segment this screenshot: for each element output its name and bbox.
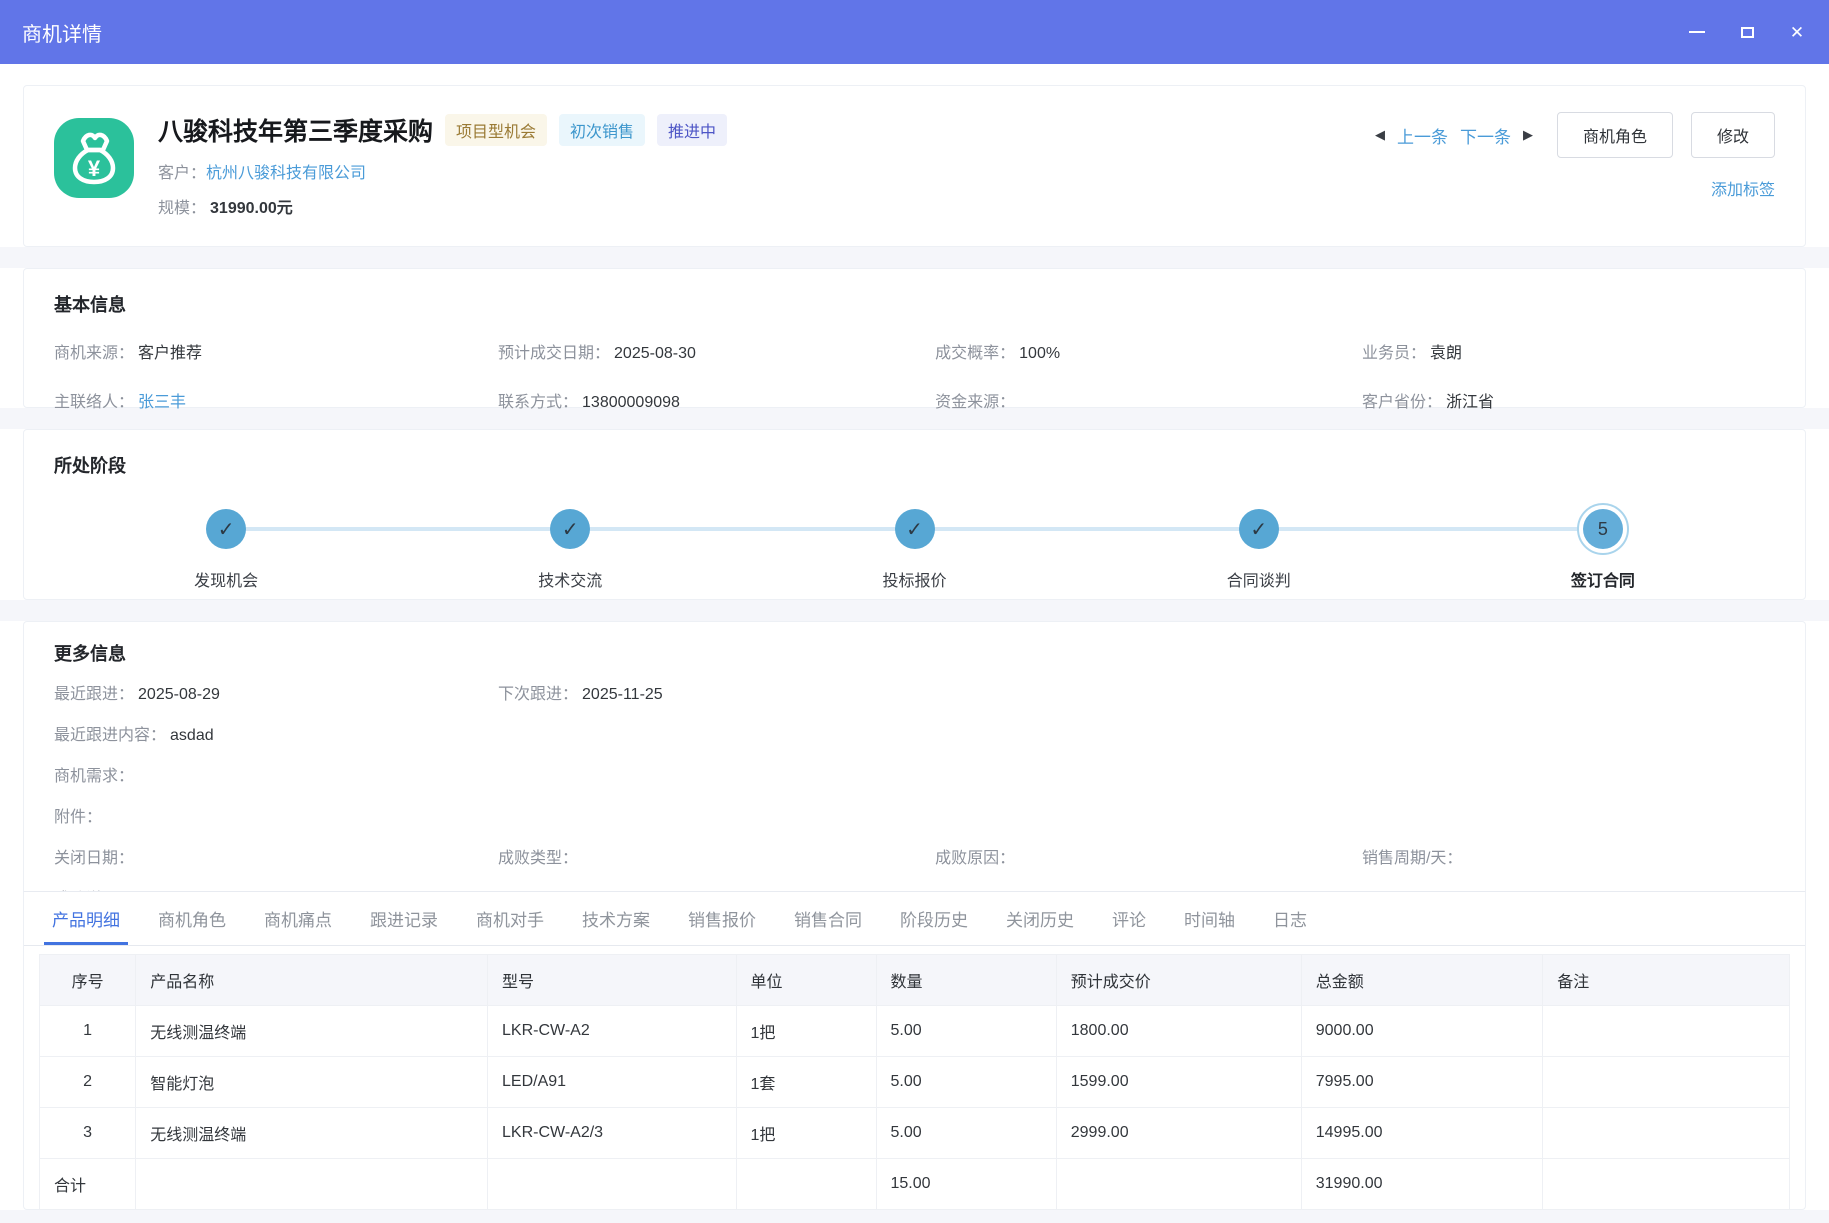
basic-info-heading: 基本信息 — [54, 291, 1775, 317]
main-contact-link[interactable]: 张三丰 — [138, 394, 186, 411]
field-recent-follow: 最近跟进：2025-08-29 — [54, 682, 498, 707]
col-unit: 单位 — [736, 955, 876, 1006]
col-index: 序号 — [40, 955, 136, 1006]
table-total-row: 合计 15.00 31990.00 — [40, 1159, 1790, 1210]
tab-opportunity-role[interactable]: 商机角色 — [150, 892, 234, 945]
spacer — [0, 600, 1829, 621]
col-quantity: 数量 — [876, 955, 1056, 1006]
tag-first-sale: 初次销售 — [559, 114, 645, 146]
product-table: 序号 产品名称 型号 单位 数量 预计成交价 总金额 备注 1 无线测温终端 L… — [39, 954, 1790, 1210]
bottom-spacer — [0, 1210, 1829, 1223]
tab-sales-quote[interactable]: 销售报价 — [680, 892, 764, 945]
opportunity-role-button[interactable]: 商机角色 — [1557, 112, 1673, 158]
scale-label: 规模： — [158, 200, 206, 217]
field-result-reason: 成败原因： — [935, 846, 1362, 871]
table-row[interactable]: 3 无线测温终端 LKR-CW-A2/3 1把 5.00 2999.00 149… — [40, 1108, 1790, 1159]
minimize-icon[interactable] — [1687, 22, 1707, 42]
step-number: 5 — [1583, 509, 1623, 549]
tab-stage-history[interactable]: 阶段历史 — [892, 892, 976, 945]
tag-project-type: 项目型机会 — [445, 114, 547, 146]
tab-competitors[interactable]: 商机对手 — [468, 892, 552, 945]
field-sales-cycle: 销售周期/天： — [1362, 846, 1775, 871]
opportunity-header-card: ¥ 八骏科技年第三季度采购 项目型机会 初次销售 推进中 客户：杭州八骏科技有限… — [23, 85, 1806, 247]
check-icon: ✓ — [206, 509, 246, 549]
detail-tabs: 产品明细 商机角色 商机痛点 跟进记录 商机对手 技术方案 销售报价 销售合同 … — [24, 892, 1805, 946]
more-info-heading: 更多信息 — [54, 640, 1775, 666]
header-actions: ◀ 上一条 下一条 ▶ 商机角色 修改 添加标签 — [1369, 112, 1775, 220]
field-expected-close-date: 预计成交日期：2025-08-30 — [498, 339, 935, 363]
window-title: 商机详情 — [22, 18, 102, 47]
field-source: 商机来源：客户推荐 — [54, 339, 498, 363]
tab-follow-records[interactable]: 跟进记录 — [362, 892, 446, 945]
close-icon[interactable]: ✕ — [1787, 22, 1807, 42]
check-icon: ✓ — [550, 509, 590, 549]
window-controls: ✕ — [1687, 22, 1807, 42]
table-row[interactable]: 2 智能灯泡 LED/A91 1套 5.00 1599.00 7995.00 — [40, 1057, 1790, 1108]
field-result-type: 成败类型： — [498, 846, 935, 871]
check-icon: ✓ — [895, 509, 935, 549]
add-tag-link[interactable]: 添加标签 — [1711, 182, 1775, 199]
tab-comments[interactable]: 评论 — [1104, 892, 1154, 945]
more-info-card: 更多信息 最近跟进：2025-08-29 下次跟进：2025-11-25 最近跟… — [23, 621, 1806, 891]
tab-tech-solution[interactable]: 技术方案 — [574, 892, 658, 945]
window-titlebar: 商机详情 ✕ — [0, 0, 1829, 64]
stage-step-4[interactable]: ✓ 合同谈判 — [1087, 502, 1431, 591]
stage-step-3[interactable]: ✓ 投标报价 — [742, 502, 1086, 591]
tab-logs[interactable]: 日志 — [1265, 892, 1315, 945]
table-row[interactable]: 1 无线测温终端 LKR-CW-A2 1把 5.00 1800.00 9000.… — [40, 1006, 1790, 1057]
field-salesperson: 业务员：袁朗 — [1362, 339, 1775, 363]
table-header-row: 序号 产品名称 型号 单位 数量 预计成交价 总金额 备注 — [40, 955, 1790, 1006]
tab-timeline[interactable]: 时间轴 — [1176, 892, 1243, 945]
stage-card: 所处阶段 ✓ 发现机会 ✓ 技术交流 ✓ 投标报价 ✓ 合同谈判 5 签订合同 — [23, 429, 1806, 600]
next-record-link[interactable]: 下一条 — [1460, 123, 1511, 148]
field-attachment: 附件： — [54, 805, 1775, 830]
customer-label: 客户： — [158, 165, 206, 182]
detail-tabs-card: 产品明细 商机角色 商机痛点 跟进记录 商机对手 技术方案 销售报价 销售合同 … — [23, 891, 1806, 1210]
basic-info-card: 基本信息 商机来源：客户推荐 预计成交日期：2025-08-30 成交概率：10… — [23, 268, 1806, 408]
check-icon: ✓ — [1239, 509, 1279, 549]
stage-step-5[interactable]: 5 签订合同 — [1431, 502, 1775, 591]
maximize-icon[interactable] — [1737, 22, 1757, 42]
stage-step-2[interactable]: ✓ 技术交流 — [398, 502, 742, 591]
field-opportunity-demand: 商机需求： — [54, 764, 1775, 789]
field-close-date: 关闭日期： — [54, 846, 498, 871]
svg-text:¥: ¥ — [88, 156, 101, 181]
page-title: 八骏科技年第三季度采购 — [158, 112, 433, 148]
col-expected-price: 预计成交价 — [1056, 955, 1301, 1006]
stage-stepper: ✓ 发现机会 ✓ 技术交流 ✓ 投标报价 ✓ 合同谈判 5 签订合同 — [54, 502, 1775, 591]
tab-sales-contract[interactable]: 销售合同 — [786, 892, 870, 945]
field-fund-source: 资金来源： — [935, 388, 1362, 412]
minimize-bar — [1689, 31, 1705, 33]
edit-button[interactable]: 修改 — [1691, 112, 1775, 158]
tab-product-detail[interactable]: 产品明细 — [44, 892, 128, 945]
field-contact-phone: 联系方式：13800009098 — [498, 388, 935, 412]
tab-pain-points[interactable]: 商机痛点 — [256, 892, 340, 945]
customer-link[interactable]: 杭州八骏科技有限公司 — [206, 165, 366, 182]
col-note: 备注 — [1543, 955, 1790, 1006]
current-step-ring: 5 — [1577, 503, 1629, 555]
next-arrow-icon[interactable]: ▶ — [1523, 127, 1533, 143]
prev-record-link[interactable]: 上一条 — [1397, 123, 1448, 148]
maximize-box — [1741, 27, 1754, 38]
money-bag-icon: ¥ — [54, 118, 134, 198]
scale-value: 31990.00元 — [210, 200, 293, 217]
stage-step-1[interactable]: ✓ 发现机会 — [54, 502, 398, 591]
field-recent-follow-content: 最近跟进内容：asdad — [54, 723, 1775, 748]
col-product-name: 产品名称 — [136, 955, 488, 1006]
top-spacer — [0, 64, 1829, 85]
tag-in-progress: 推进中 — [657, 114, 727, 146]
col-total-amount: 总金额 — [1301, 955, 1543, 1006]
field-win-probability: 成交概率：100% — [935, 339, 1362, 363]
prev-arrow-icon[interactable]: ◀ — [1375, 127, 1385, 143]
tab-close-history[interactable]: 关闭历史 — [998, 892, 1082, 945]
col-model: 型号 — [488, 955, 737, 1006]
spacer — [0, 247, 1829, 268]
stage-heading: 所处阶段 — [54, 452, 1775, 478]
field-next-follow: 下次跟进：2025-11-25 — [498, 682, 935, 707]
opportunity-summary: 八骏科技年第三季度采购 项目型机会 初次销售 推进中 客户：杭州八骏科技有限公司… — [158, 112, 727, 220]
field-customer-province: 客户省份：浙江省 — [1362, 388, 1775, 412]
field-main-contact: 主联络人：张三丰 — [54, 388, 498, 412]
